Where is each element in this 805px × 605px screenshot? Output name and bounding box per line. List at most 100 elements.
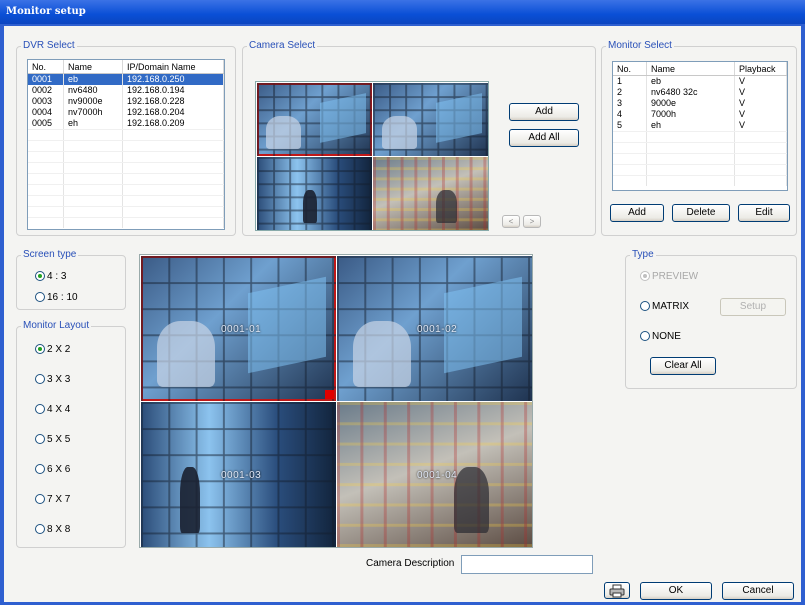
layout-radio-label: 2 X 2: [47, 343, 71, 355]
camera-thumb-4[interactable]: [373, 157, 488, 230]
screen-type-label: Screen type: [21, 249, 79, 261]
monitor-list-cell: 2: [613, 87, 647, 98]
dvr-list-cell: 192.168.0.250: [123, 74, 224, 85]
monitor-list-row[interactable]: 1 eb V: [613, 76, 787, 87]
dvr-list-empty-row: [28, 151, 224, 162]
layout-radio-label: 5 X 5: [47, 433, 71, 445]
ok-button[interactable]: OK: [640, 582, 712, 600]
dvr-list-row[interactable]: 0002 nv6480 192.168.0.194: [28, 85, 224, 96]
layout-radio-label: 6 X 6: [47, 463, 71, 475]
type-group: Type PREVIEW MATRIX Setup NONE Clear All: [625, 249, 797, 389]
camera-thumb-2[interactable]: [373, 83, 488, 156]
layout-radio-7x7[interactable]: 7 X 7: [35, 492, 70, 506]
screen-type-16-10-radio[interactable]: 16 : 10: [35, 290, 78, 304]
monitor-list-row[interactable]: 3 9000e V: [613, 98, 787, 109]
radio-dot-icon: [640, 271, 650, 281]
dvr-col-no[interactable]: No.: [28, 60, 64, 73]
monitor-list-empty-row: [613, 131, 787, 142]
dvr-list-empty-row: [28, 129, 224, 140]
layout-radio-label: 3 X 3: [47, 373, 71, 385]
camera-add-all-button[interactable]: Add All: [509, 129, 579, 147]
dvr-list-empty-row: [28, 217, 224, 228]
window-title: Monitor setup: [0, 0, 805, 24]
layout-radio-6x6[interactable]: 6 X 6: [35, 462, 70, 476]
type-matrix-radio[interactable]: MATRIX: [640, 299, 689, 313]
camera-thumb-1[interactable]: [257, 83, 372, 156]
monitor-list-cell: 3: [613, 98, 647, 109]
monitor-preview-grid: 0001-01 0001-02 0001-03 0001-04: [139, 254, 533, 548]
dialog-client-area: DVR Select No. Name IP/Domain Name 0001 e…: [4, 26, 801, 602]
monitor-list-row[interactable]: 5 eh V: [613, 120, 787, 131]
dvr-list-cell: nv9000e: [64, 96, 123, 107]
camera-next-button[interactable]: >: [523, 215, 541, 228]
cancel-button[interactable]: Cancel: [722, 582, 794, 600]
layout-radio-8x8[interactable]: 8 X 8: [35, 522, 70, 536]
layout-radio-5x5[interactable]: 5 X 5: [35, 432, 70, 446]
monitor-setup-window: Monitor setup DVR Select No. Name IP/Dom…: [0, 0, 805, 605]
radio-dot-icon: [35, 404, 45, 414]
preview-cell-2[interactable]: 0001-02: [337, 256, 532, 401]
layout-radio-3x3[interactable]: 3 X 3: [35, 372, 70, 386]
screen-type-4-3-radio[interactable]: 4 : 3: [35, 269, 66, 283]
monitor-select-label: Monitor Select: [606, 40, 674, 52]
screen-type-4-3-label: 4 : 3: [47, 270, 67, 282]
monitor-list-row[interactable]: 2 nv6480 32c V: [613, 87, 787, 98]
monitor-list-row[interactable]: 4 7000h V: [613, 109, 787, 120]
monitor-list-cell: 1: [613, 76, 647, 87]
monitor-edit-button[interactable]: Edit: [738, 204, 790, 222]
type-setup-button[interactable]: Setup: [720, 298, 786, 316]
monitor-list-cell: V: [735, 98, 787, 109]
monitor-add-button[interactable]: Add: [610, 204, 664, 222]
type-matrix-label: MATRIX: [652, 300, 690, 312]
layout-radio-label: 7 X 7: [47, 493, 71, 505]
monitor-select-group: Monitor Select No. Name Playback 1 eb V 2 nv…: [601, 40, 797, 236]
monitor-list-cell: eh: [647, 120, 735, 131]
layout-radio-4x4[interactable]: 4 X 4: [35, 402, 70, 416]
clear-all-button[interactable]: Clear All: [650, 357, 716, 375]
camera-description-input[interactable]: [461, 555, 593, 574]
preview-cell-4[interactable]: 0001-04: [337, 402, 532, 547]
print-button[interactable]: [604, 582, 630, 599]
layout-radio-2x2[interactable]: 2 X 2: [35, 342, 70, 356]
dvr-list-empty-row: [28, 206, 224, 217]
monitor-list[interactable]: No. Name Playback 1 eb V 2 nv6480 32c V 3 9000e…: [612, 61, 788, 191]
dvr-list-cell: eb: [64, 74, 123, 85]
dvr-list-empty-row: [28, 195, 224, 206]
dvr-list-cell: 0001: [28, 74, 64, 85]
dvr-list-cell: nv6480: [64, 85, 123, 96]
monitor-delete-button[interactable]: Delete: [672, 204, 730, 222]
radio-dot-icon: [640, 331, 650, 341]
dvr-list-cell: 192.168.0.209: [123, 118, 224, 129]
monitor-col-no[interactable]: No.: [613, 62, 647, 75]
monitor-layout-group: Monitor Layout 2 X 2 3 X 3 4 X 4 5 X 5 6 X 6…: [16, 320, 126, 548]
radio-dot-icon: [35, 344, 45, 354]
dvr-list-empty-row: [28, 184, 224, 195]
camera-add-button[interactable]: Add: [509, 103, 579, 121]
monitor-list-cell: 4: [613, 109, 647, 120]
dvr-list-cell: eh: [64, 118, 123, 129]
dvr-col-ip[interactable]: IP/Domain Name: [123, 60, 224, 73]
monitor-list-cell: V: [735, 87, 787, 98]
dvr-list-row[interactable]: 0005 eh 192.168.0.209: [28, 118, 224, 129]
type-preview-radio[interactable]: PREVIEW: [640, 269, 698, 283]
preview-cell-3[interactable]: 0001-03: [141, 402, 336, 547]
monitor-list-header: No. Name Playback: [613, 62, 787, 76]
dvr-select-group: DVR Select No. Name IP/Domain Name 0001 e…: [16, 40, 236, 236]
monitor-layout-label: Monitor Layout: [21, 320, 92, 332]
preview-cell-3-label: 0001-03: [221, 470, 262, 481]
type-none-radio[interactable]: NONE: [640, 329, 681, 343]
monitor-col-playback[interactable]: Playback: [735, 62, 787, 75]
monitor-col-name[interactable]: Name: [647, 62, 735, 75]
dvr-list-row[interactable]: 0004 nv7000h 192.168.0.204: [28, 107, 224, 118]
radio-dot-icon: [35, 494, 45, 504]
dvr-list-row[interactable]: 0001 eb 192.168.0.250: [28, 74, 224, 85]
monitor-list-cell: V: [735, 109, 787, 120]
camera-prev-button[interactable]: <: [502, 215, 520, 228]
dvr-col-name[interactable]: Name: [64, 60, 123, 73]
type-label: Type: [630, 249, 656, 261]
monitor-list-empty-row: [613, 175, 787, 186]
dvr-list[interactable]: No. Name IP/Domain Name 0001 eb 192.168.0.…: [27, 59, 225, 230]
preview-cell-1[interactable]: 0001-01: [141, 256, 336, 401]
dvr-list-row[interactable]: 0003 nv9000e 192.168.0.228: [28, 96, 224, 107]
camera-thumb-3[interactable]: [257, 157, 372, 230]
